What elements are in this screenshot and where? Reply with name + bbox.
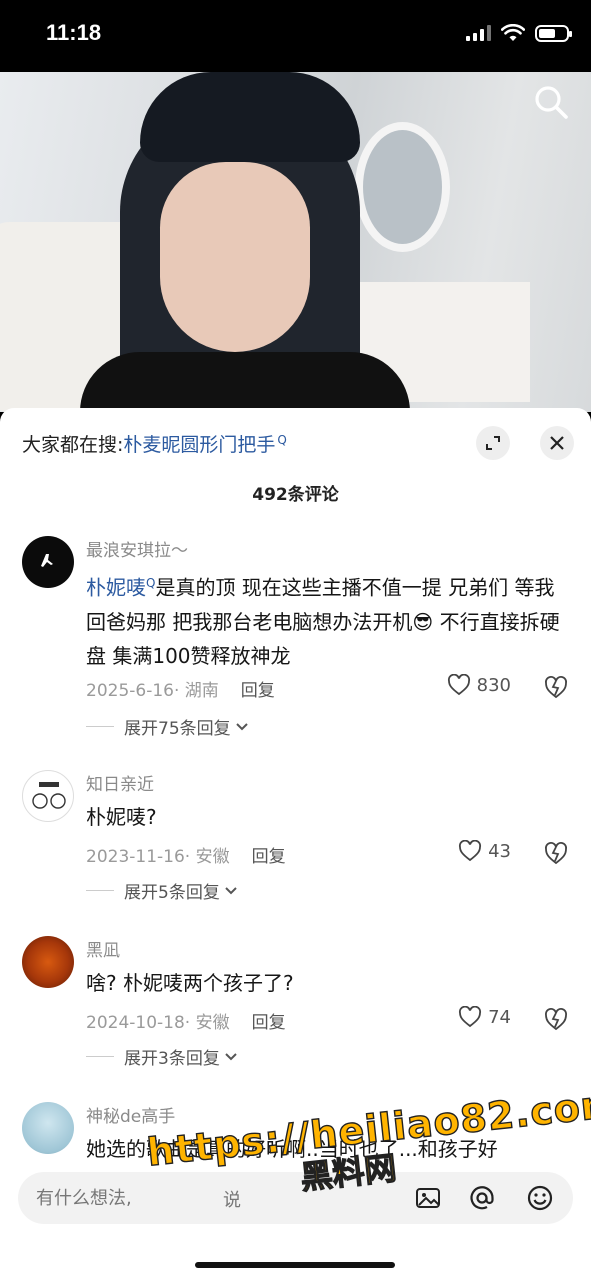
- avatar[interactable]: [22, 770, 74, 822]
- avatar[interactable]: [22, 936, 74, 988]
- search-icon[interactable]: [531, 82, 571, 122]
- like-count: 830: [476, 674, 511, 696]
- like-count: 74: [488, 1006, 511, 1028]
- expand-replies-button[interactable]: 展开3条回复: [86, 1044, 238, 1069]
- comment-meta: 2025-6-16· 湖南 回复: [86, 676, 275, 701]
- video-streamer-hat: [140, 72, 360, 162]
- divider-line: [86, 890, 114, 891]
- expand-replies-button[interactable]: 展开75条回复: [86, 714, 249, 739]
- search-suggestion[interactable]: 大家都在搜: 朴麦昵圆形门把手 Q: [22, 430, 287, 457]
- comment-item: 最浪安琪拉～ 朴妮唛Q是真的顶 现在这些主播不值一提 兄弟们 等我回爸妈那 把我…: [0, 536, 591, 739]
- chevron-down-icon: [225, 1052, 237, 1060]
- avatar[interactable]: [22, 536, 74, 588]
- comment-mention[interactable]: 朴妮唛: [86, 576, 146, 600]
- comment-item: 知日亲近 朴妮唛? 2023-11-16· 安徽 回复 43 展开5条回复: [0, 770, 591, 903]
- avatar[interactable]: [22, 1102, 74, 1154]
- comment-meta: 2023-11-16· 安徽 回复: [86, 842, 286, 867]
- home-indicator[interactable]: [195, 1262, 395, 1268]
- chevron-down-icon: [225, 886, 237, 894]
- status-bar: 11:18: [0, 0, 591, 72]
- comment-date: 2025-6-16· 湖南: [86, 681, 219, 701]
- comment-text: 朴妮唛Q是真的顶 现在这些主播不值一提 兄弟们 等我回爸妈那 把我那台老电脑想办…: [86, 566, 571, 673]
- heart-icon: [459, 1006, 482, 1028]
- comment-date: 2024-10-18· 安徽: [86, 1013, 230, 1033]
- signal-icon: [466, 25, 491, 41]
- chevron-down-icon: [235, 722, 248, 730]
- comment-username[interactable]: 知日亲近: [86, 770, 154, 795]
- close-icon: [550, 436, 564, 450]
- comment-username[interactable]: 最浪安琪拉～: [86, 536, 188, 561]
- comment-body: 是真的顶 现在这些主播不值一提 兄弟们 等我回爸妈那 把我那台老电脑想办法开机😎…: [86, 575, 560, 668]
- video-mirror: [355, 122, 450, 252]
- fullscreen-button[interactable]: [476, 426, 510, 460]
- dislike-icon[interactable]: [543, 1006, 569, 1032]
- expand-replies-label: 展开5条回复: [124, 883, 220, 903]
- like-button[interactable]: 74: [458, 1006, 511, 1028]
- reply-button[interactable]: 回复: [252, 842, 286, 867]
- divider-line: [86, 726, 114, 727]
- battery-level: [539, 28, 555, 38]
- comment-username[interactable]: 黑凪: [86, 936, 120, 961]
- jumpman-logo-icon: [41, 554, 53, 567]
- comment-date: 2023-11-16· 安徽: [86, 847, 230, 867]
- search-suggestion-prefix: 大家都在搜:: [22, 434, 124, 456]
- comment-count: 492条评论: [252, 485, 339, 505]
- like-count: 43: [488, 840, 511, 862]
- wifi-icon: [501, 24, 525, 41]
- expand-replies-label: 展开3条回复: [124, 1049, 220, 1069]
- cat-sticker-icon: [32, 782, 66, 809]
- heart-icon: [459, 840, 482, 862]
- dislike-icon[interactable]: [543, 840, 569, 866]
- expand-replies-button[interactable]: 展开5条回复: [86, 878, 238, 903]
- comment-text: 朴妮唛?: [86, 805, 157, 829]
- comment-username[interactable]: 神秘de高手: [86, 1102, 175, 1127]
- heart-icon: [447, 674, 470, 696]
- divider-line: [86, 1056, 114, 1057]
- fullscreen-icon: [486, 436, 500, 450]
- battery-icon: [535, 24, 572, 42]
- live-video[interactable]: [0, 72, 591, 412]
- comment-text: 啥? 朴妮唛两个孩子了?: [86, 971, 294, 995]
- comment-item: 黑凪 啥? 朴妮唛两个孩子了? 2024-10-18· 安徽 回复 74 展开3…: [0, 936, 591, 1069]
- status-icons: [466, 24, 572, 42]
- search-suggestion-term[interactable]: 朴麦昵圆形门把手: [123, 430, 275, 457]
- like-button[interactable]: 43: [458, 840, 511, 862]
- video-streamer-face: [160, 162, 310, 352]
- video-streamer-body: [80, 352, 410, 412]
- expand-replies-label: 展开75条回复: [124, 719, 231, 739]
- reply-button[interactable]: 回复: [252, 1008, 286, 1033]
- dislike-icon[interactable]: [543, 674, 569, 700]
- status-time: 11:18: [46, 20, 102, 45]
- like-button[interactable]: 830: [447, 674, 511, 696]
- reply-button[interactable]: 回复: [241, 676, 275, 701]
- close-button[interactable]: [540, 426, 574, 460]
- comment-meta: 2024-10-18· 安徽 回复: [86, 1008, 286, 1033]
- search-suggestion-mark: Q: [277, 432, 287, 447]
